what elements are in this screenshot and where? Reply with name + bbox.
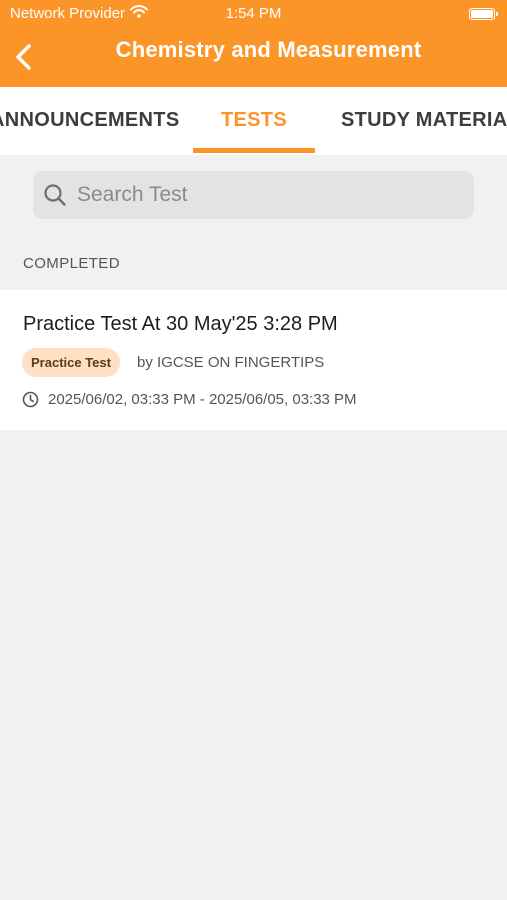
app-header: Network Provider 1:54 PM Chemistry and M…	[0, 0, 507, 87]
search-bar[interactable]	[33, 171, 474, 219]
page-title: Chemistry and Measurement	[115, 37, 422, 62]
tab-study-materials[interactable]: STUDY MATERIALS	[341, 109, 507, 132]
test-title: Practice Test At 30 May'25 3:28 PM	[23, 313, 338, 335]
tab-tests[interactable]: TESTS	[193, 109, 315, 132]
app-screen: Network Provider 1:54 PM Chemistry and M…	[0, 0, 507, 900]
tab-announcements[interactable]: ANNOUNCEMENTS	[0, 109, 179, 132]
status-bar: Network Provider 1:54 PM	[0, 0, 507, 30]
search-icon	[33, 183, 77, 207]
chevron-left-icon	[16, 44, 31, 70]
test-schedule: 2025/06/02, 03:33 PM - 2025/06/05, 03:33…	[48, 391, 357, 408]
clock-icon	[22, 391, 39, 408]
search-input[interactable]	[77, 183, 457, 207]
battery-icon	[469, 8, 498, 20]
test-type-badge: Practice Test	[22, 348, 120, 377]
status-time: 1:54 PM	[225, 5, 282, 22]
tab-bar: ANNOUNCEMENTS TESTS STUDY MATERIALS	[0, 87, 507, 155]
test-card[interactable]: Practice Test At 30 May'25 3:28 PM Pract…	[0, 290, 507, 430]
back-button[interactable]	[8, 38, 38, 76]
section-label-completed: COMPLETED	[23, 255, 120, 272]
test-author: by IGCSE ON FINGERTIPS	[137, 354, 325, 371]
test-schedule-row: 2025/06/02, 03:33 PM - 2025/06/05, 03:33…	[22, 391, 357, 408]
tab-active-indicator	[193, 148, 315, 153]
